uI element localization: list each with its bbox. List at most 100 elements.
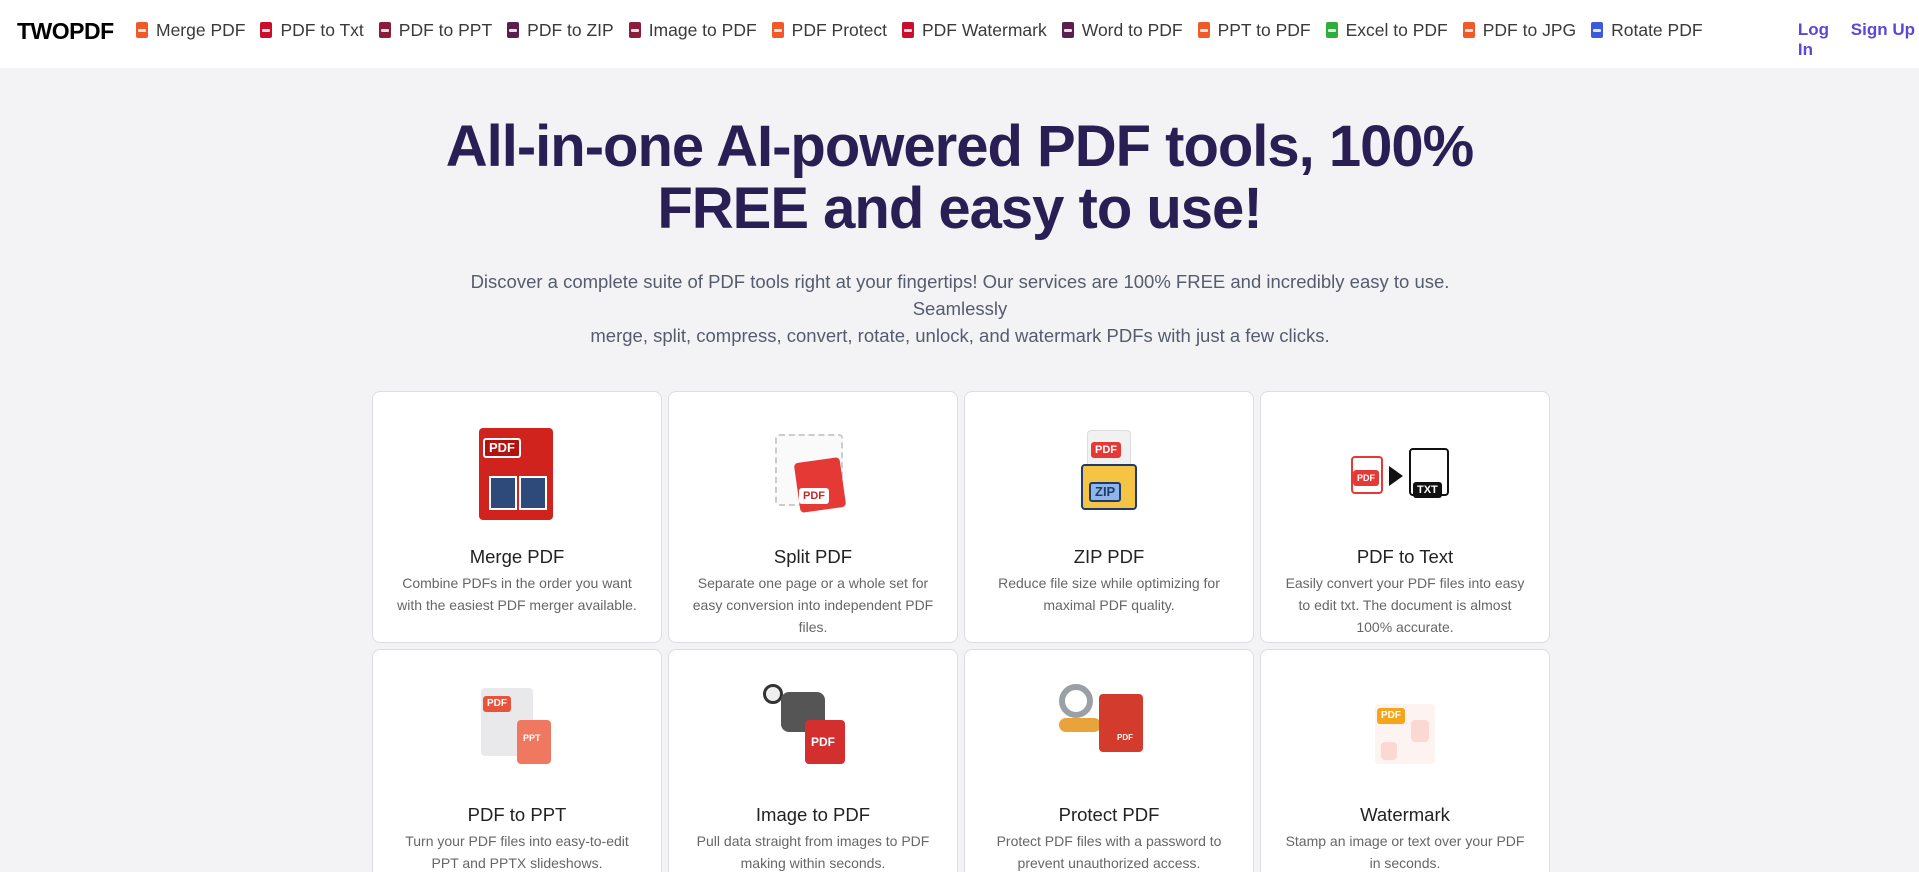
- art-shape: [1389, 466, 1403, 486]
- hero-title-line-2: FREE and easy to use!: [657, 176, 1262, 241]
- tool-card-title: Merge PDF: [469, 546, 565, 567]
- pdf-file-icon: [1462, 22, 1475, 38]
- nav-link-label: Rotate PDF: [1611, 19, 1703, 40]
- site-logo[interactable]: TWOPDF: [17, 18, 114, 45]
- tool-card[interactable]: PDF Split PDF Separate one page or a whole…: [668, 391, 958, 643]
- art-shape: [1059, 684, 1093, 718]
- nav-link[interactable]: Word to PDF: [1061, 19, 1183, 41]
- tool-card-description: Pull data straight from images to PDF ma…: [696, 833, 930, 871]
- nav-link-label: PPT to PDF: [1217, 19, 1311, 40]
- nav-link[interactable]: PDF to PPT: [378, 19, 493, 41]
- zip-pdf-icon: PDF ZIP: [1059, 426, 1159, 526]
- pdf-file-icon: [136, 22, 148, 38]
- pdf-file-icon: [507, 22, 520, 38]
- tool-card[interactable]: PDF TXT PDF to Text Easily convert your PDF…: [1260, 391, 1550, 643]
- split-pdf-icon: PDF: [763, 426, 863, 526]
- art-shape: [763, 684, 783, 704]
- protect-pdf-icon: PDF: [1059, 684, 1159, 784]
- pdf-file-icon: [771, 22, 784, 38]
- nav-link-label: Word to PDF: [1081, 19, 1183, 40]
- art-label: PPT: [519, 730, 545, 746]
- tool-card[interactable]: PDF Protect PDF Protect PDF files with a p…: [964, 649, 1254, 872]
- art-label: PDF: [483, 696, 511, 712]
- tool-card-description: Protect PDF files with a password to pre…: [996, 833, 1222, 871]
- tool-card-description: Combine PDFs in the order you want with …: [397, 575, 637, 613]
- art-shape: [519, 476, 547, 510]
- pdf-file-icon: [1591, 22, 1604, 38]
- nav-link-label: PDF to PPT: [398, 19, 493, 40]
- tools-grid: PDF Merge PDF Combine PDFs in the order yo…: [372, 391, 1550, 872]
- hero-subtitle-line-2: merge, split, compress, convert, rotate,…: [590, 325, 1330, 346]
- art-label: PDF: [799, 488, 829, 504]
- nav-link[interactable]: Image to PDF: [628, 19, 757, 41]
- pdf-file-icon: [1061, 22, 1074, 38]
- nav-link-label: PDF to JPG: [1482, 19, 1577, 40]
- pdf-file-icon: [378, 22, 391, 38]
- tool-card-title: PDF to Text: [1356, 546, 1454, 567]
- art-shape: [1059, 718, 1101, 732]
- art-label: PDF: [1353, 470, 1379, 486]
- image-to-pdf-icon: PDF: [763, 684, 863, 784]
- nav-link-label: Excel to PDF: [1345, 19, 1448, 40]
- tool-card-title: PDF to PPT: [467, 804, 567, 825]
- hero-subtitle: Discover a complete suite of PDF tools r…: [450, 268, 1470, 349]
- art-label: PDF: [1377, 708, 1405, 724]
- art-label: ZIP: [1089, 482, 1122, 502]
- tool-card-description: Separate one page or a whole set for eas…: [692, 575, 934, 635]
- merge-pdf-icon: PDF: [467, 426, 567, 526]
- art-label: TXT: [1413, 482, 1442, 498]
- nav-link-label: PDF to Txt: [280, 19, 364, 40]
- tool-card-description: Easily convert your PDF files into easy …: [1285, 575, 1525, 635]
- nav-link[interactable]: PDF Protect: [771, 19, 887, 41]
- nav-link-label: Merge PDF: [156, 19, 246, 40]
- tool-card-title: Protect PDF: [1058, 804, 1160, 825]
- pdf-to-ppt-icon: PDF PPT: [467, 684, 567, 784]
- tool-card[interactable]: PDF Watermark Stamp an image or text over …: [1260, 649, 1550, 872]
- nav-link[interactable]: PDF Watermark: [901, 19, 1047, 41]
- art-label: PDF: [807, 734, 839, 750]
- tool-card[interactable]: PDF ZIP ZIP PDF Reduce file size while opti…: [964, 391, 1254, 643]
- nav-link[interactable]: PDF to Txt: [260, 19, 364, 41]
- tool-card-title: Image to PDF: [755, 804, 871, 825]
- nav-link-label: PDF Watermark: [921, 19, 1047, 40]
- hero-title: All-in-one AI-powered PDF tools, 100% FR…: [0, 116, 1919, 240]
- hero-title-line-1: All-in-one AI-powered PDF tools, 100%: [445, 114, 1475, 179]
- tool-card[interactable]: PDF Merge PDF Combine PDFs in the order yo…: [372, 391, 662, 643]
- art-label: PDF: [483, 438, 521, 458]
- pdf-to-text-icon: PDF TXT: [1351, 426, 1455, 526]
- art-shape: [793, 457, 847, 513]
- signup-link[interactable]: Sign Up: [1851, 20, 1915, 40]
- nav-link-label: Image to PDF: [648, 19, 757, 40]
- pdf-file-icon: [628, 22, 641, 38]
- tool-card-title: Watermark: [1360, 804, 1450, 825]
- nav-link[interactable]: Excel to PDF: [1325, 19, 1448, 41]
- tool-card-description: Stamp an image or text over your PDF in …: [1285, 833, 1525, 871]
- excel-file-icon: [1325, 22, 1338, 38]
- art-shape: [1411, 720, 1429, 742]
- tool-card-description: Turn your PDF files into easy-to-edit PP…: [405, 833, 629, 871]
- nav-links: Merge PDF PDF to Txt PDF to PPT PDF to ZIP I…: [136, 0, 1718, 60]
- tool-card-title: ZIP PDF: [1073, 546, 1145, 567]
- art-label: PDF: [1113, 730, 1137, 746]
- pdf-file-icon: [260, 22, 273, 38]
- login-link[interactable]: Log In: [1798, 20, 1829, 60]
- nav-link[interactable]: Rotate PDF: [1591, 19, 1703, 41]
- art-label: PDF: [1091, 442, 1121, 458]
- tool-card-description: Reduce file size while optimizing for ma…: [998, 575, 1220, 613]
- art-shape: [1381, 742, 1397, 760]
- tool-card[interactable]: PDF PPT PDF to PPT Turn your PDF files into…: [372, 649, 662, 872]
- pdf-file-icon: [901, 22, 914, 38]
- nav-link[interactable]: PDF to JPG: [1462, 19, 1577, 41]
- tool-card-title: Split PDF: [773, 546, 853, 567]
- nav-link[interactable]: Merge PDF: [136, 20, 245, 41]
- nav-link[interactable]: PDF to ZIP: [507, 20, 614, 41]
- hero-subtitle-line-1: Discover a complete suite of PDF tools r…: [470, 271, 1450, 319]
- tool-card[interactable]: PDF Image to PDF Pull data straight from i…: [668, 649, 958, 872]
- top-navbar: TWOPDF Merge PDF PDF to Txt PDF to PPT PDF …: [0, 0, 1919, 68]
- pdf-file-icon: [1197, 22, 1210, 38]
- art-shape: [489, 476, 517, 510]
- nav-link[interactable]: PPT to PDF: [1197, 19, 1311, 41]
- nav-link-label: PDF Protect: [791, 19, 887, 40]
- watermark-icon: PDF: [1355, 684, 1455, 784]
- nav-link-label: PDF to ZIP: [527, 19, 614, 40]
